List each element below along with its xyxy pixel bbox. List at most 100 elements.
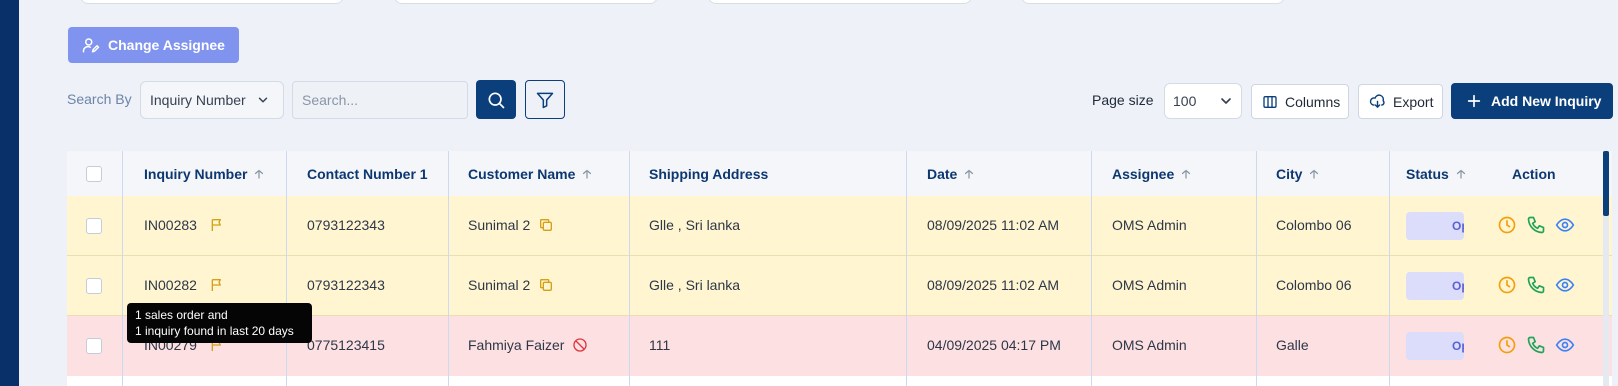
summary-card [1021,0,1285,4]
cell-shipping-address: Glle , Sri lanka [649,217,740,233]
page-size-label: Page size [1092,92,1154,108]
flag-icon[interactable] [209,217,225,233]
cell-shipping-address: Glle , Sri lanka [649,277,740,293]
cell-date: 08/09/2025 11:02 AM [927,217,1059,233]
row-checkbox[interactable] [86,278,102,294]
columns-label: Columns [1285,93,1341,110]
summary-card [80,0,344,4]
shipping-address: Glle , Sri lanka [649,277,741,293]
assignee: OMS Admin [1112,217,1187,233]
header-label: Date [927,166,958,182]
summary-card [708,0,972,4]
cell-date: 08/09/2025 11:02 AM [927,277,1059,293]
flag-icon[interactable] [209,277,225,293]
header-label: Assignee [1112,166,1175,182]
cell-customer-name: Sunimal 2 [468,217,554,233]
cell-contact-number: 0793122343 [307,277,385,293]
header-customer-name[interactable]: Customer Name [468,166,593,182]
status-badge: Op [1406,212,1464,240]
header-label: City [1276,166,1303,182]
tooltip-line: 1 inquiry found in last 20 days [135,324,294,338]
copy-icon[interactable] [538,277,554,293]
column-divider [286,151,287,386]
history-icon[interactable] [1497,275,1517,295]
status-badge: Op [1406,272,1464,300]
cloud-download-icon [1369,93,1386,110]
column-divider [629,151,630,386]
sidebar-strip [0,0,19,386]
table-scrollbar[interactable] [1603,151,1609,386]
plus-icon [1466,93,1482,109]
column-divider [1256,151,1257,386]
header-label: Inquiry Number [144,166,248,182]
header-label: Action [1512,166,1556,182]
inquiry-table: Inquiry Number Contact Number 1 Customer… [67,151,1612,386]
export-button[interactable]: Export [1358,84,1443,119]
column-divider [448,151,449,386]
page-size-select[interactable]: 100 [1164,83,1242,119]
search-by-select[interactable]: Inquiry Number [140,81,284,119]
change-assignee-label: Change Assignee [108,37,225,53]
phone-icon[interactable] [1526,215,1546,235]
cell-customer-name: Sunimal 2 [468,277,554,293]
cell-shipping-address: 111 [649,337,670,353]
view-icon[interactable] [1555,335,1575,355]
search-button[interactable] [476,80,516,119]
search-input[interactable] [292,81,468,119]
row-actions [1497,275,1575,295]
header-label: Status [1406,166,1449,182]
cell-inquiry-number[interactable]: IN00283 [144,217,225,233]
header-assignee[interactable]: Assignee [1112,166,1192,182]
row-checkbox[interactable] [86,218,102,234]
cell-customer-name: Fahmiya Faizer [468,337,588,353]
phone-icon[interactable] [1526,275,1546,295]
add-new-inquiry-label: Add New Inquiry [1491,93,1602,109]
header-shipping-address[interactable]: Shipping Address [649,166,768,182]
history-icon[interactable] [1497,335,1517,355]
row-checkbox[interactable] [86,338,102,354]
phone-icon[interactable] [1526,335,1546,355]
table-header: Inquiry Number Contact Number 1 Customer… [67,151,1612,196]
cell-city: Colombo 06 [1276,217,1352,233]
chevron-down-icon [1218,93,1234,109]
city: Galle [1276,337,1309,353]
header-inquiry-number[interactable]: Inquiry Number [144,166,265,182]
copy-icon[interactable] [538,217,554,233]
row-actions [1497,335,1575,355]
sort-arrow-up-icon [253,168,265,180]
table-row[interactable]: IN00283 0793122343 Sunimal 2 Glle , Sri … [67,196,1612,256]
filter-button[interactable] [525,80,565,119]
header-action: Action [1512,166,1556,182]
search-by-value: Inquiry Number [150,92,246,108]
column-divider [122,151,123,386]
shipping-address: Glle , Sri lanka [649,217,741,233]
status-badge: Op [1406,332,1464,360]
columns-icon [1262,94,1278,110]
header-date[interactable]: Date [927,166,975,182]
select-all-checkbox[interactable] [86,166,102,182]
sort-arrow-up-icon [581,168,593,180]
header-label: Shipping Address [649,166,769,182]
city: Colombo 06 [1276,277,1352,293]
header-city[interactable]: City [1276,166,1320,182]
view-icon[interactable] [1555,275,1575,295]
header-contact-number[interactable]: Contact Number 1 [307,166,428,182]
assignee: OMS Admin [1112,337,1187,353]
column-divider [906,151,907,386]
cell-inquiry-number[interactable]: IN00282 [144,277,225,293]
column-divider [1389,151,1390,386]
sort-arrow-up-icon [1180,168,1192,180]
cell-assignee: OMS Admin [1112,337,1187,353]
view-icon[interactable] [1555,215,1575,235]
columns-button[interactable]: Columns [1251,84,1349,119]
history-icon[interactable] [1497,215,1517,235]
add-new-inquiry-button[interactable]: Add New Inquiry [1451,83,1613,119]
tooltip-line: 1 sales order and [135,308,228,322]
scrollbar-thumb[interactable] [1603,151,1609,216]
customer-name: Sunimal 2 [468,217,531,233]
search-icon [486,90,506,110]
cell-assignee: OMS Admin [1112,277,1187,293]
change-assignee-button[interactable]: Change Assignee [68,27,239,63]
header-status[interactable]: Status [1406,166,1467,182]
filter-icon [535,90,555,110]
